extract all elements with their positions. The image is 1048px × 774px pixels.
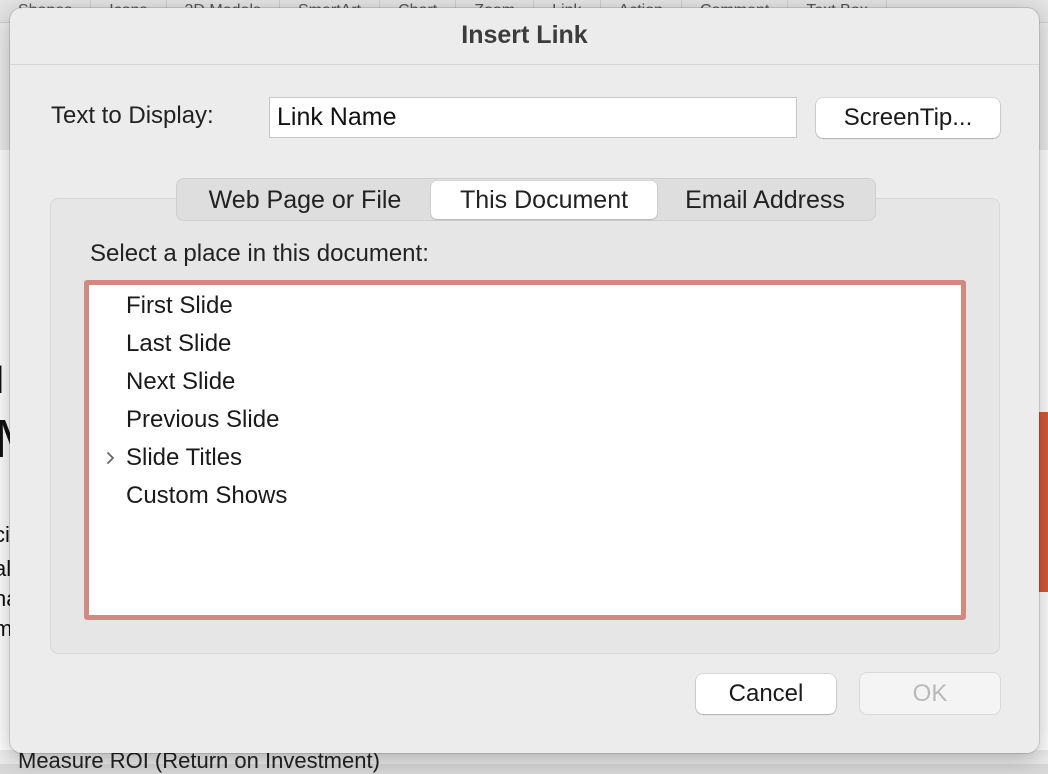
dialog-title: Insert Link xyxy=(10,8,1039,65)
tab-this-document[interactable]: This Document xyxy=(431,181,657,219)
slide-text-fragment: ci xyxy=(0,522,10,548)
chevron-right-icon[interactable] xyxy=(105,452,117,464)
list-item-custom-shows[interactable]: Custom Shows xyxy=(89,477,961,515)
screentip-button[interactable]: ScreenTip... xyxy=(816,98,1000,138)
slide-text-fragment: I xyxy=(0,358,5,403)
list-item-label: Last Slide xyxy=(126,325,231,363)
select-place-label: Select a place in this document: xyxy=(90,240,429,268)
list-item-label: First Slide xyxy=(126,287,233,325)
list-item-label: Slide Titles xyxy=(126,439,242,477)
ok-button[interactable]: OK xyxy=(860,673,1000,714)
list-item-first-slide[interactable]: First Slide xyxy=(89,287,961,325)
list-item-label: Custom Shows xyxy=(126,477,287,515)
insert-link-dialog: Insert Link Text to Display: ScreenTip..… xyxy=(10,8,1039,753)
tab-web-page-or-file[interactable]: Web Page or File xyxy=(179,181,431,219)
list-item-last-slide[interactable]: Last Slide xyxy=(89,325,961,363)
slide-orange-shape xyxy=(1038,412,1048,592)
cancel-button[interactable]: Cancel xyxy=(696,674,836,714)
list-item-label: Previous Slide xyxy=(126,401,279,439)
list-item-slide-titles[interactable]: Slide Titles xyxy=(89,439,961,477)
text-to-display-input[interactable] xyxy=(269,97,797,138)
text-to-display-label: Text to Display: xyxy=(51,102,214,130)
link-type-tabs: Web Page or File This Document Email Add… xyxy=(176,178,876,221)
list-item-label: Next Slide xyxy=(126,363,235,401)
document-place-list[interactable]: First Slide Last Slide Next Slide Previo… xyxy=(84,280,966,620)
list-item-previous-slide[interactable]: Previous Slide xyxy=(89,401,961,439)
list-item-next-slide[interactable]: Next Slide xyxy=(89,363,961,401)
tab-email-address[interactable]: Email Address xyxy=(657,181,873,219)
